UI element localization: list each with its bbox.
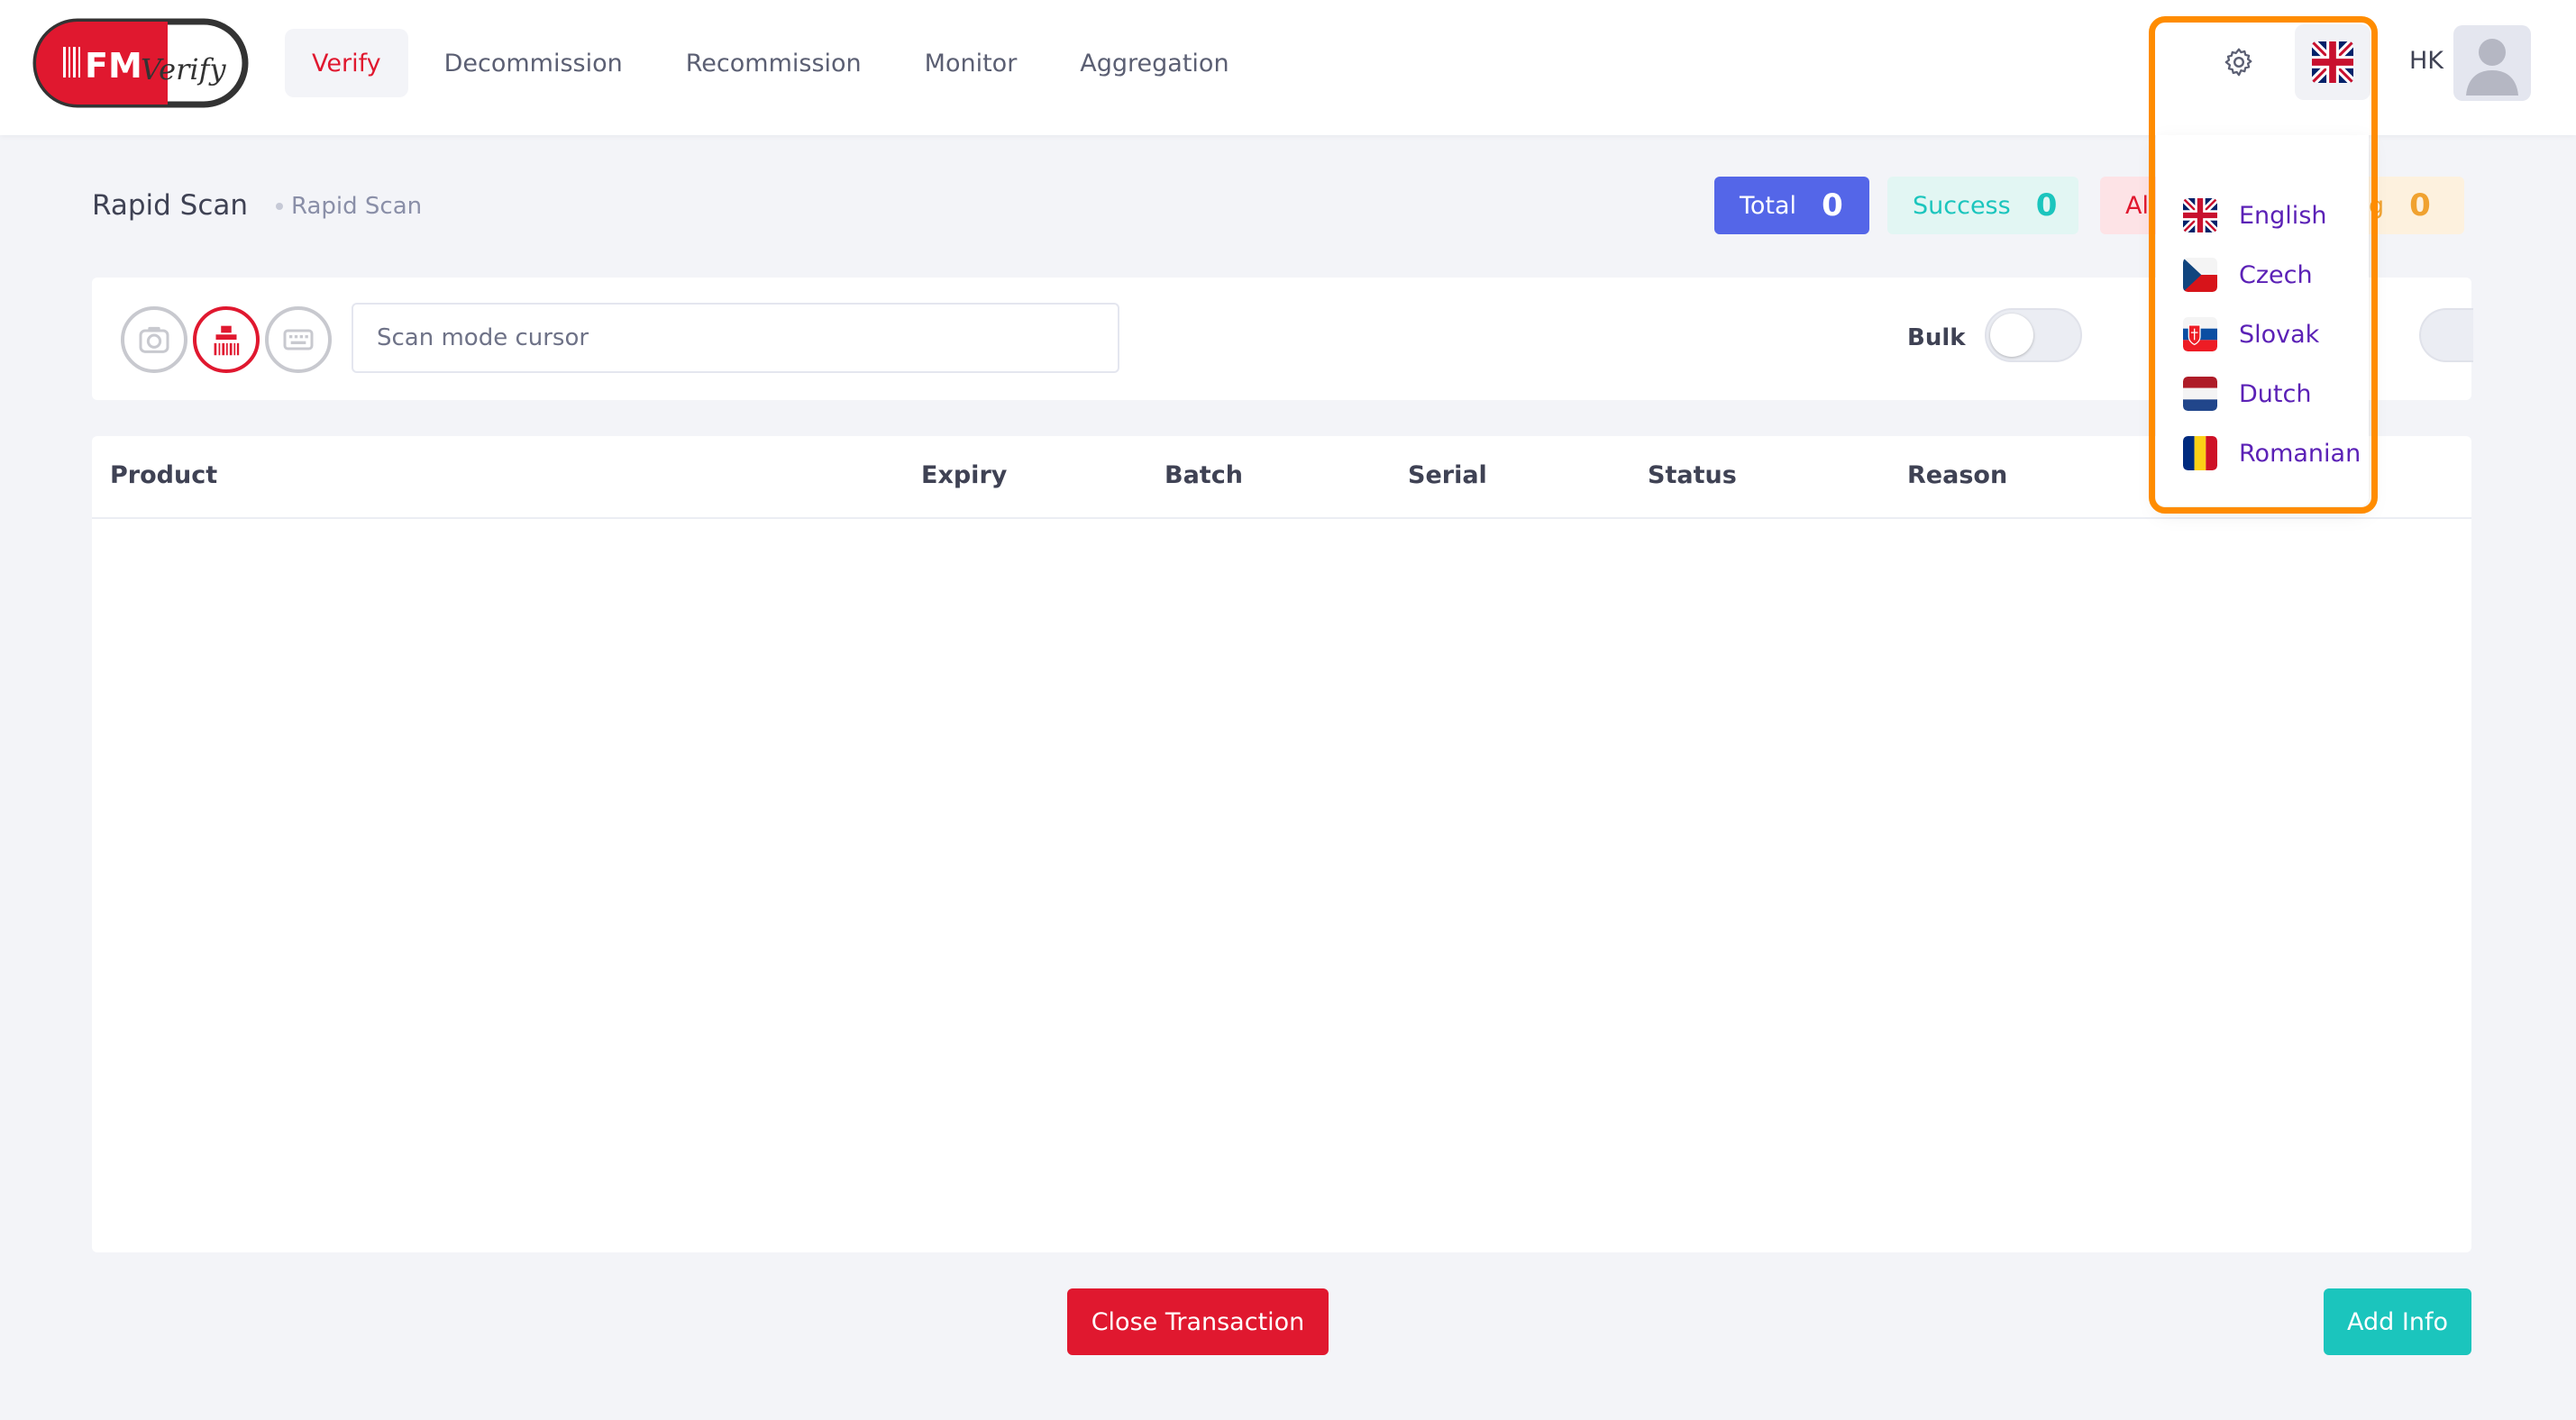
language-label: Slovak <box>2239 320 2320 349</box>
language-button[interactable] <box>2295 24 2370 100</box>
language-option-dutch[interactable]: Dutch <box>2183 364 2361 423</box>
stat-alert-label: Al <box>2125 191 2149 220</box>
nav-monitor[interactable]: Monitor <box>898 29 1045 97</box>
language-dropdown: English Czech Slovak Dutch Romanian <box>2156 135 2369 506</box>
breadcrumb-separator <box>276 203 283 210</box>
user-avatar-icon <box>2466 39 2518 96</box>
column-expiry[interactable]: Expiry <box>921 461 1007 489</box>
romanian-flag-icon <box>2183 436 2217 470</box>
fmverify-logo[interactable]: FM Verify <box>32 18 249 108</box>
stat-total-label: Total <box>1740 191 1797 220</box>
slovak-flag-icon <box>2183 317 2217 351</box>
scan-input[interactable] <box>352 303 1119 373</box>
results-table: Product Expiry Batch Serial Status Reaso… <box>92 436 2471 1252</box>
nav-decommission[interactable]: Decommission <box>417 29 650 97</box>
add-info-button[interactable]: Add Info <box>2324 1288 2471 1355</box>
main-nav: Verify Decommission Recommission Monitor… <box>285 29 1256 97</box>
czech-flag-icon <box>2183 258 2217 292</box>
user-initials[interactable]: HK <box>2409 47 2444 75</box>
bulk-label: Bulk <box>1907 324 1966 351</box>
language-option-slovak[interactable]: Slovak <box>2183 305 2361 364</box>
language-label: Dutch <box>2239 379 2312 408</box>
column-reason[interactable]: Reason <box>1907 461 2007 489</box>
stat-warning-value: 0 <box>2409 187 2431 223</box>
language-label: Romanian <box>2239 439 2361 468</box>
nav-aggregation[interactable]: Aggregation <box>1053 29 1256 97</box>
language-option-english[interactable]: English <box>2183 186 2361 245</box>
language-label: English <box>2239 201 2327 230</box>
language-option-czech[interactable]: Czech <box>2183 245 2361 305</box>
svg-text:Verify: Verify <box>141 52 226 86</box>
scanner-mode-button[interactable] <box>193 306 260 373</box>
keyboard-icon <box>283 329 314 350</box>
uk-flag-icon <box>2312 41 2353 83</box>
stat-success-value: 0 <box>2035 187 2058 223</box>
keyboard-mode-button[interactable] <box>265 306 332 373</box>
avatar[interactable] <box>2453 25 2531 101</box>
language-list: English Czech Slovak Dutch Romanian <box>2183 186 2361 483</box>
column-status[interactable]: Status <box>1648 461 1737 489</box>
gear-icon <box>2224 48 2252 77</box>
top-header: FM Verify Verify Decommission Recommissi… <box>0 0 2576 135</box>
svg-text:FM: FM <box>85 46 142 86</box>
uk-flag-icon <box>2183 198 2217 232</box>
stat-success-label: Success <box>1913 191 2011 220</box>
close-transaction-button[interactable]: Close Transaction <box>1067 1288 1329 1355</box>
dutch-flag-icon <box>2183 377 2217 411</box>
column-serial[interactable]: Serial <box>1408 461 1487 489</box>
page-title: Rapid Scan <box>92 189 249 222</box>
scan-card: Bulk <box>92 278 2473 400</box>
table-header: Product Expiry Batch Serial Status Reaso… <box>92 436 2471 519</box>
nav-verify[interactable]: Verify <box>285 29 408 97</box>
breadcrumb[interactable]: Rapid Scan <box>291 193 422 220</box>
camera-icon <box>139 326 169 353</box>
nav-recommission[interactable]: Recommission <box>659 29 889 97</box>
stat-total-value: 0 <box>1822 187 1843 223</box>
stat-warning-label: g <box>2369 191 2385 220</box>
secondary-toggle[interactable] <box>2419 308 2473 362</box>
column-batch[interactable]: Batch <box>1165 461 1243 489</box>
column-product[interactable]: Product <box>110 461 217 489</box>
stat-total: Total 0 <box>1714 177 1869 234</box>
language-option-romanian[interactable]: Romanian <box>2183 423 2361 483</box>
bulk-toggle[interactable] <box>1985 308 2082 362</box>
language-label: Czech <box>2239 260 2313 289</box>
settings-button[interactable] <box>2201 24 2277 100</box>
barcode-scanner-icon <box>214 325 240 356</box>
bulk-toggle-knob <box>1990 314 2033 357</box>
camera-mode-button[interactable] <box>121 306 187 373</box>
stat-success: Success 0 <box>1887 177 2078 234</box>
